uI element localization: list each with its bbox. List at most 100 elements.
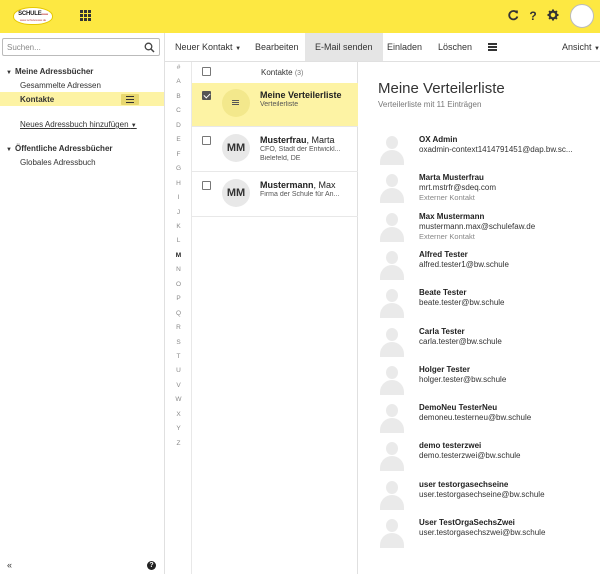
member-note: Externer Kontakt (419, 193, 475, 203)
alphabet-letter[interactable]: P (165, 295, 192, 302)
alphabet-letter[interactable]: # (165, 64, 192, 71)
member-item: demo testerzwei demo.testerzwei@bw.schule (358, 439, 600, 477)
list-item-contact[interactable]: MM Musterfrau, Marta CFO, Stadt der Entw… (192, 128, 358, 172)
row-checkbox[interactable] (202, 136, 211, 145)
search-icon[interactable] (144, 42, 155, 53)
help-circle-icon[interactable]: ? (147, 561, 156, 570)
alphabet-letter[interactable]: O (165, 281, 192, 288)
alphabet-letter[interactable]: V (165, 382, 192, 389)
list-header: Kontakte (3) (192, 62, 358, 82)
help-icon[interactable]: ? (526, 9, 540, 23)
send-email-button[interactable]: E-Mail senden (305, 33, 383, 61)
alphabet-letter[interactable]: R (165, 324, 192, 331)
member-email-link[interactable]: user.testorgasechszwei@bw.schule (419, 528, 545, 537)
member-name: Max Mustermann (419, 211, 485, 221)
alphabet-letter[interactable]: Z (165, 440, 192, 447)
refresh-icon[interactable] (506, 9, 520, 23)
edit-button[interactable]: Bearbeiten (255, 33, 299, 61)
public-address-books-label: Öffentliche Adressbücher (15, 144, 113, 153)
alphabet-letter[interactable]: D (165, 122, 192, 129)
caret-down-icon: ▼ (6, 147, 12, 153)
alphabet-letter[interactable]: I (165, 194, 192, 201)
row-location: Bielefeld, DE (260, 155, 301, 162)
alphabet-letter[interactable]: W (165, 396, 192, 403)
add-address-book-label: Neues Adressbuch hinzufügen (20, 120, 129, 129)
alphabet-letter[interactable]: M (165, 252, 192, 259)
member-email-link[interactable]: user.testorgasechseine@bw.schule (419, 490, 545, 499)
list-header-title: Kontakte (261, 68, 293, 77)
member-email-link[interactable]: beate.tester@bw.schule (419, 298, 505, 307)
user-avatar[interactable] (570, 4, 594, 28)
settings-gear-icon[interactable] (546, 9, 560, 23)
member-email-link[interactable]: demoneu.testerneu@bw.schule (419, 413, 531, 422)
school-logo[interactable]: SCHULEwww www.schulewww.de (13, 7, 53, 25)
alphabet-letter[interactable]: T (165, 353, 192, 360)
member-item: OX Admin oxadmin-context1414791451@dap.bw… (358, 133, 600, 171)
member-item: Carla Tester carla.tester@bw.schule (358, 325, 600, 363)
member-name: demo testerzwei (419, 441, 482, 451)
alphabet-letter[interactable]: U (165, 367, 192, 374)
row-checkbox[interactable] (202, 181, 211, 190)
alphabet-letter[interactable]: Q (165, 310, 192, 317)
caret-down-icon: ▼ (235, 46, 242, 52)
alphabet-letter[interactable]: F (165, 151, 192, 158)
person-placeholder-icon (378, 478, 406, 510)
alphabet-letter[interactable]: L (165, 237, 192, 244)
alphabet-letter[interactable]: X (165, 411, 192, 418)
member-name: Marta Musterfrau (419, 173, 484, 183)
alphabet-letter[interactable]: J (165, 209, 192, 216)
search-input[interactable]: Suchen... (2, 38, 160, 56)
logo-subtext: www.schulewww.de (19, 18, 47, 22)
list-item-distribution-list[interactable]: Meine Verteilerliste Verteilerliste (192, 83, 358, 127)
member-email-link[interactable]: oxadmin-context1414791451@dap.bw.sc... (419, 145, 573, 154)
select-all-checkbox[interactable] (202, 67, 211, 76)
row-title: Musterfrau, Marta (260, 135, 335, 145)
alphabet-letter[interactable]: S (165, 339, 192, 346)
sidebar-item-contacts[interactable]: Kontakte (20, 95, 54, 104)
detail-subtitle: Verteilerliste mit 11 Einträgen (378, 100, 482, 109)
collapse-sidebar-icon[interactable]: « (7, 560, 12, 570)
view-label: Ansicht (562, 42, 592, 52)
view-dropdown-button[interactable]: Ansicht ▼ (562, 33, 600, 61)
sidebar-item-collected-addresses[interactable]: Gesammelte Adressen (20, 81, 101, 90)
new-contact-label: Neuer Kontakt (175, 42, 233, 52)
alphabet-letter[interactable]: Y (165, 425, 192, 432)
apps-grid-icon[interactable] (80, 10, 91, 21)
more-actions-menu-icon[interactable] (488, 43, 497, 51)
alphabet-letter[interactable]: H (165, 180, 192, 187)
person-placeholder-icon (378, 171, 406, 204)
sidebar-item-global-address-book[interactable]: Globales Adressbuch (20, 158, 96, 167)
list-item-contact[interactable]: MM Mustermann, Max Firma der Schule für … (192, 173, 358, 217)
toolbar: Neuer Kontakt ▼ Bearbeiten E-Mail senden… (165, 33, 600, 62)
alphabet-letter[interactable]: E (165, 136, 192, 143)
distribution-list-icon (222, 89, 250, 117)
member-email-link[interactable]: carla.tester@bw.schule (419, 337, 502, 346)
alphabet-letter[interactable]: B (165, 93, 192, 100)
delete-button[interactable]: Löschen (438, 33, 472, 61)
alphabet-letter[interactable]: G (165, 165, 192, 172)
logo-text: SCHULE (18, 11, 42, 17)
member-email-link[interactable]: mustermann.max@schulefaw.de (419, 222, 535, 231)
public-address-books-heading[interactable]: ▼ Öffentliche Adressbücher (6, 144, 113, 153)
member-email-link[interactable]: demo.testerzwei@bw.schule (419, 451, 521, 460)
person-placeholder-icon (378, 248, 406, 280)
member-email-link[interactable]: mrt.mstrfr@sdeq.com (419, 183, 496, 192)
my-address-books-heading[interactable]: ▼ Meine Adressbücher (6, 67, 93, 76)
folder-menu-icon[interactable] (121, 94, 139, 105)
logo-suffix: www (41, 12, 49, 16)
alphabet-letter[interactable]: A (165, 78, 192, 85)
alphabet-letter[interactable]: K (165, 223, 192, 230)
contact-initials-avatar: MM (222, 179, 250, 207)
add-address-book-link[interactable]: Neues Adressbuch hinzufügen ▼ (20, 120, 137, 129)
member-email-link[interactable]: holger.tester@bw.schule (419, 375, 506, 384)
member-name: Holger Tester (419, 364, 470, 374)
row-checkbox[interactable] (202, 91, 211, 100)
alphabet-letter[interactable]: N (165, 266, 192, 273)
member-email-link[interactable]: alfred.tester1@bw.schule (419, 260, 509, 269)
alphabet-letter[interactable]: C (165, 107, 192, 114)
invite-button[interactable]: Einladen (387, 33, 422, 61)
member-name: DemoNeu TesterNeu (419, 403, 498, 413)
member-name: Carla Tester (419, 326, 465, 336)
new-contact-button[interactable]: Neuer Kontakt ▼ (175, 33, 241, 61)
person-placeholder-icon (378, 325, 406, 357)
